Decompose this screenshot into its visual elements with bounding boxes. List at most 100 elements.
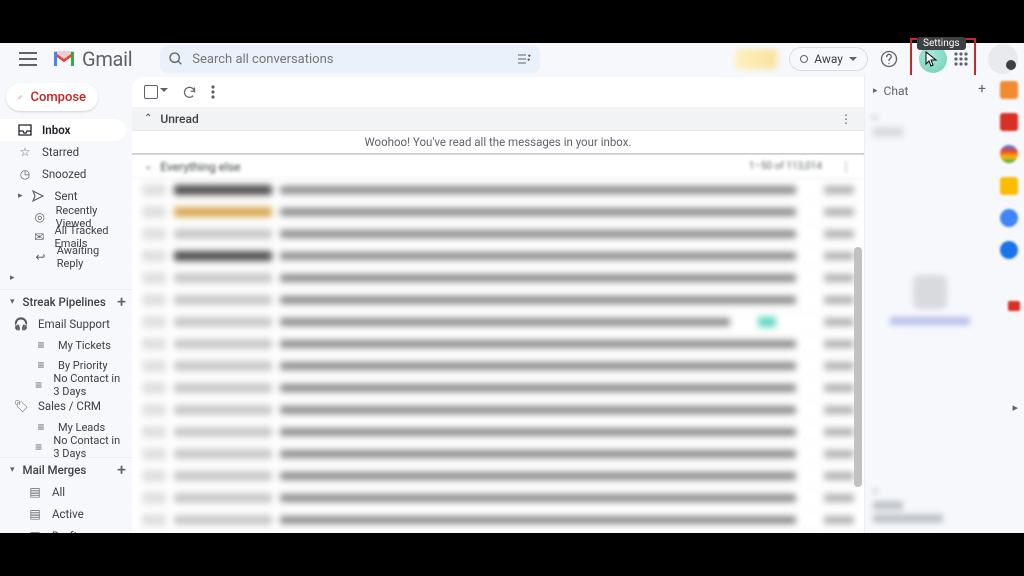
mail-row[interactable] [132,421,864,443]
mail-row[interactable] [132,311,864,333]
mail-row[interactable] [132,245,864,267]
section-mail-merges[interactable]: ▾Mail Merges + [0,457,132,481]
document-icon: ▤ [28,507,42,521]
list-icon: ≡ [34,420,48,434]
star-icon: ☆ [18,145,32,159]
status-label: Away [814,52,843,66]
mail-row[interactable] [132,377,864,399]
more-button[interactable] [211,85,215,99]
refresh-button[interactable] [182,85,197,100]
merge-active[interactable]: ▤Active [0,503,132,525]
list-icon: ≡ [34,338,48,352]
nav-snoozed[interactable]: ◷ Snoozed [0,163,132,185]
settings-gear-bg [919,45,947,73]
mail-row[interactable] [132,223,864,245]
pipeline-no-contact-2[interactable]: ≡No Contact in 3 Days [0,437,132,457]
nav-awaiting-reply[interactable]: ↩ Awaiting Reply [0,247,132,267]
chevron-down-icon: ▾ [10,297,15,307]
nav-more-toggle[interactable]: ▸ [0,267,132,289]
blurred-promo [735,49,777,69]
search-options-icon[interactable] [516,51,532,67]
document-icon: ▤ [28,485,42,499]
apps-button[interactable] [952,42,970,76]
everything-else-label: Everything else [160,160,240,174]
document-icon: ▥ [28,529,42,533]
list-icon: ≡ [34,440,43,454]
nav-inbox[interactable]: Inbox [0,119,126,141]
mail-row[interactable] [132,355,864,377]
mail-row[interactable] [132,179,864,201]
merge-all[interactable]: ▤All [0,481,132,503]
tag-icon: 🏷 [14,399,28,413]
mail-row[interactable] [132,201,864,223]
mail-toolbar [132,77,864,107]
search-input[interactable] [192,52,508,67]
chevron-right-icon[interactable]: ▸ [1012,401,1018,414]
chat-blurred-content: ▸ [873,109,986,137]
addon-tasks[interactable] [1000,209,1018,227]
merge-draft[interactable]: ▥Draft [0,525,132,533]
mail-row[interactable] [132,443,864,465]
account-avatar[interactable] [988,44,1018,74]
sent-icon [31,190,45,202]
nav-starred[interactable]: ☆ Starred [0,141,132,163]
pipeline-email-support[interactable]: 🎧 Email Support [0,313,132,335]
mail-list [132,179,864,533]
section-streak-pipelines[interactable]: ▾Streak Pipelines + [0,289,132,313]
pencil-icon [18,89,22,105]
chat-mid-blurred [865,275,994,325]
addon-keep[interactable] [1000,177,1018,195]
mail-row[interactable] [132,509,864,531]
mail-pane: ⌃ Unread ⋮ Woohoo! You've read all the m… [132,77,864,533]
pipeline-my-tickets[interactable]: ≡My Tickets [0,335,132,355]
unread-label: Unread [160,112,198,126]
chevron-right-icon: ▸ [18,191,23,201]
chat-panel: ▸ Chat + ▸ ▾ [864,75,994,533]
compose-button[interactable]: Compose [6,83,98,111]
addon-rail: ▸ [994,75,1024,533]
addon-streak[interactable] [1000,81,1018,99]
add-pipeline-button[interactable]: + [117,292,126,311]
pipeline-no-contact-1[interactable]: ≡No Contact in 3 Days [0,375,132,395]
everything-else-header[interactable]: ⌄ Everything else 1–50 of 113,014 ⋮ [132,155,864,179]
chat-header[interactable]: ▸ Chat + [873,81,986,101]
scrollbar[interactable] [854,247,864,527]
chevron-up-icon: ⌃ [144,113,152,124]
main-menu-button[interactable] [8,39,48,79]
chevron-right-icon: ▸ [873,86,878,96]
support-button[interactable] [872,42,906,76]
addon-badge [1008,301,1020,311]
mail-row[interactable] [132,399,864,421]
message-count: 1–50 of 113,014 [749,161,822,172]
unread-empty-message: Woohoo! You've read all the messages in … [132,131,864,155]
mail-row[interactable] [132,333,864,355]
select-all-checkbox[interactable] [144,85,158,99]
mail-row[interactable] [132,487,864,509]
pipeline-sales-crm[interactable]: 🏷 Sales / CRM [0,395,132,417]
add-merge-button[interactable]: + [117,460,126,479]
brand-text: Gmail [82,47,132,71]
settings-highlight-box: Settings [910,38,976,80]
everything-more-button[interactable]: ⋮ [840,160,852,174]
addon-multicolor[interactable] [1000,145,1018,163]
mail-row[interactable] [132,267,864,289]
unread-section-header[interactable]: ⌃ Unread ⋮ [132,107,864,131]
chevron-down-icon: ⌄ [144,161,152,172]
header-bar: Gmail Away Settings [0,43,1024,75]
headset-icon: 🎧 [14,317,28,331]
search-box[interactable] [160,45,540,73]
eye-icon: ◎ [34,210,46,224]
settings-button[interactable] [916,42,950,76]
addon-red[interactable] [1000,113,1018,131]
avatar-status-dot [1006,60,1016,70]
search-icon [168,51,184,67]
unread-more-button[interactable]: ⋮ [840,112,852,126]
status-selector[interactable]: Away [789,47,868,71]
addon-contacts[interactable] [1000,241,1018,259]
gmail-logo[interactable]: Gmail [52,47,156,71]
envelope-icon: ✉ [34,230,45,244]
chevron-down-icon [849,57,857,62]
new-chat-button[interactable]: + [978,81,986,97]
mail-row[interactable] [132,289,864,311]
mail-row[interactable] [132,465,864,487]
